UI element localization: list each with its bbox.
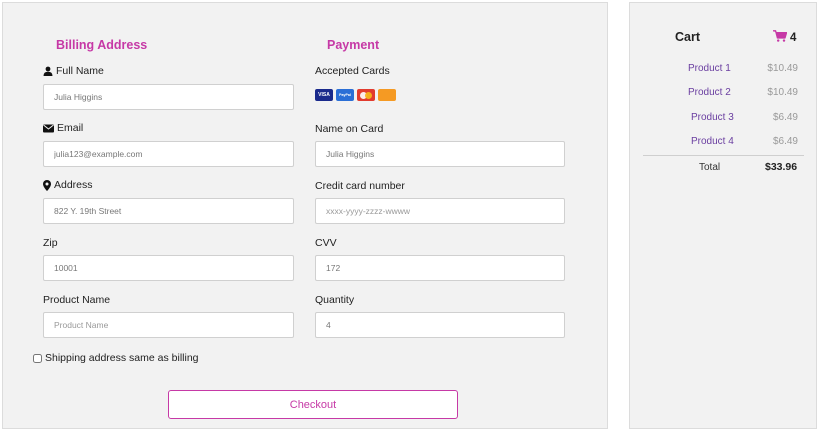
email-label: Email [43,122,83,134]
cart-total-label: Total [699,162,721,173]
zip-label: Zip [43,237,58,249]
cart-item-price: $6.49 [772,136,798,147]
full-name-label-text: Full Name [56,65,104,77]
accepted-cards-label: Accepted Cards [315,65,390,77]
cart-title: Cart [675,30,701,44]
shipping-same-checkbox[interactable] [33,353,42,363]
cart-total-value: $33.96 [765,161,798,173]
amex-card-icon: PayPal [336,89,354,101]
shopping-cart-icon [773,30,788,45]
cart-item-name[interactable]: Product 2 [688,87,731,98]
cart-item: Product 4 $6.49 [642,136,804,150]
cvv-input[interactable] [315,255,565,281]
product-name-label: Product Name [43,294,111,306]
cart-divider [643,155,804,156]
cart-item: Product 2 $10.49 [642,87,804,101]
email-label-text: Email [57,122,84,134]
visa-card-icon: VISA [315,89,333,101]
card-number-label: Credit card number [315,180,405,192]
full-name-label: Full Name [43,65,104,77]
cart-item-price: $10.49 [767,63,798,74]
zip-input[interactable] [43,255,294,281]
full-name-input[interactable] [43,84,294,110]
cart-item: Product 3 $6.49 [642,112,804,126]
shipping-same-label: Shipping address same as billing [45,352,199,364]
email-input[interactable] [43,141,294,167]
cart-item-name[interactable]: Product 3 [691,112,734,123]
card-number-input[interactable] [315,198,565,224]
name-on-card-input[interactable] [315,141,565,167]
accepted-cards-list: VISA PayPal [315,89,396,101]
name-on-card-label: Name on Card [315,123,384,135]
cart-item: Product 1 $10.49 [642,63,804,77]
shipping-same-as-billing: Shipping address same as billing [33,352,199,364]
cvv-label: CVV [315,237,337,249]
payment-heading: Payment [327,38,380,52]
cart-count-value: 4 [790,31,797,44]
cart-item-price: $10.49 [767,87,798,98]
address-label-text: Address [54,179,93,191]
product-name-input[interactable] [43,312,294,338]
envelope-icon [43,124,54,133]
cart-item-name[interactable]: Product 4 [691,136,734,147]
checkout-button[interactable]: Checkout [168,390,458,419]
cart-item-price: $6.49 [772,112,798,123]
map-marker-icon [43,179,51,191]
address-label: Address [43,179,93,191]
user-icon [43,66,53,76]
cart-count: 4 [773,30,796,45]
mastercard-icon [357,89,375,101]
address-input[interactable] [43,198,294,224]
cart-item-name[interactable]: Product 1 [688,63,731,74]
discover-card-icon [378,89,396,101]
billing-address-heading: Billing Address [56,38,148,52]
quantity-input[interactable] [315,312,565,338]
quantity-label: Quantity [315,294,355,306]
